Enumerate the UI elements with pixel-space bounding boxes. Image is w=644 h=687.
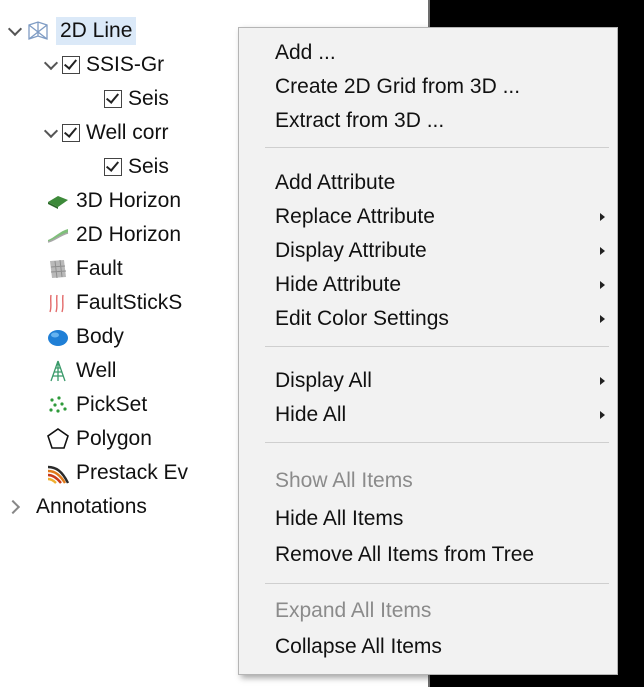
menu-item-label: Add ... [275, 41, 336, 64]
menu-item-show-all-items: Show All Items [239, 464, 617, 498]
tree-item-label: Fault [76, 257, 123, 280]
tree-item-label: FaultStickS [76, 291, 183, 314]
menu-item-label: Add Attribute [275, 171, 396, 194]
tree-item-label: Seis [128, 87, 169, 110]
menu-item-expand-all-items: Expand All Items [239, 594, 617, 628]
menu-item-edit-color-settings[interactable]: Edit Color Settings [239, 302, 617, 336]
submenu-arrow-icon [600, 247, 605, 255]
menu-item-create-2d-grid-from-3d[interactable]: Create 2D Grid from 3D ... [239, 70, 617, 104]
menu-separator [265, 147, 609, 148]
tree-item-fault[interactable]: Fault [46, 252, 123, 286]
menu-item-label: Collapse All Items [275, 635, 442, 658]
tree-item-label: Prestack Ev [76, 461, 189, 484]
menu-separator [265, 442, 609, 443]
menu-item-hide-all[interactable]: Hide All [239, 398, 617, 432]
menu-item-label: Replace Attribute [275, 205, 435, 228]
submenu-arrow-icon [600, 281, 605, 289]
menu-item-label: Hide All [275, 403, 347, 426]
tree-item-2d-line[interactable]: 2D Line [6, 14, 137, 48]
context-menu: Add ... Create 2D Grid from 3D ... Extra… [238, 27, 618, 675]
menu-item-hide-all-items[interactable]: Hide All Items [239, 502, 617, 536]
tree-item-3d-horizon[interactable]: 3D Horizon [46, 184, 181, 218]
tree-item-label: Well [76, 359, 117, 382]
tree-item-label: PickSet [76, 393, 148, 416]
tree-item-ssis-grid[interactable]: SSIS-Gr [42, 48, 164, 82]
submenu-arrow-icon [600, 411, 605, 419]
menu-item-hide-attribute[interactable]: Hide Attribute [239, 268, 617, 302]
submenu-arrow-icon [600, 377, 605, 385]
tree-item-fault-stick-set[interactable]: FaultStickS [46, 286, 182, 320]
menu-item-label: Hide All Items [275, 507, 404, 530]
menu-item-label: Edit Color Settings [275, 307, 449, 330]
menu-item-display-attribute[interactable]: Display Attribute [239, 234, 617, 268]
2d-line-icon [26, 19, 50, 43]
fault-icon [46, 257, 70, 281]
tree-item-prestack-events[interactable]: Prestack Ev [46, 456, 188, 490]
menu-item-label: Display Attribute [275, 239, 427, 262]
submenu-arrow-icon [600, 315, 605, 323]
menu-item-add-attribute[interactable]: Add Attribute [239, 166, 617, 200]
tree-item-label: Well corr [86, 121, 169, 144]
checkbox-icon[interactable] [62, 124, 80, 142]
menu-item-remove-all-items-from-tree[interactable]: Remove All Items from Tree [239, 538, 617, 572]
menu-item-replace-attribute[interactable]: Replace Attribute [239, 200, 617, 234]
tree-item-label: Annotations [36, 495, 147, 518]
tree-item-pickset[interactable]: PickSet [46, 388, 147, 422]
menu-item-label: Extract from 3D ... [275, 109, 445, 132]
menu-item-label: Display All [275, 369, 372, 392]
menu-separator [265, 583, 609, 584]
chevron-down-icon[interactable] [6, 21, 26, 41]
chevron-down-icon[interactable] [42, 55, 62, 75]
chevron-right-icon[interactable] [6, 497, 26, 517]
tree-item-well-corr[interactable]: Well corr [42, 116, 168, 150]
2d-horizon-icon [46, 223, 70, 247]
tree-item-seis[interactable]: Seis [104, 82, 169, 116]
chevron-down-icon[interactable] [42, 123, 62, 143]
tree-item-label: 2D Horizon [76, 223, 182, 246]
tree-item-2d-horizon[interactable]: 2D Horizon [46, 218, 181, 252]
menu-item-label: Show All Items [275, 469, 413, 492]
3d-horizon-icon [46, 189, 70, 213]
pickset-icon [46, 393, 70, 417]
tree-item-label: Body [76, 325, 124, 348]
tree-item-polygon[interactable]: Polygon [46, 422, 152, 456]
tree-item-body[interactable]: Body [46, 320, 124, 354]
tree-item-label: 2D Line [56, 17, 137, 45]
menu-separator [265, 346, 609, 347]
body-icon [46, 325, 70, 349]
menu-item-display-all[interactable]: Display All [239, 364, 617, 398]
menu-item-label: Remove All Items from Tree [275, 543, 535, 566]
tree-item-well[interactable]: Well [46, 354, 116, 388]
menu-item-collapse-all-items[interactable]: Collapse All Items [239, 630, 617, 664]
menu-item-add[interactable]: Add ... [239, 36, 617, 70]
tree-item-seis[interactable]: Seis [104, 150, 169, 184]
checkbox-icon[interactable] [104, 90, 122, 108]
menu-item-extract-from-3d[interactable]: Extract from 3D ... [239, 104, 617, 138]
polygon-icon [46, 427, 70, 451]
tree-item-label: 3D Horizon [76, 189, 182, 212]
checkbox-icon[interactable] [62, 56, 80, 74]
tree-item-label: Seis [128, 155, 169, 178]
tree-item-label: SSIS-Gr [86, 53, 165, 76]
menu-item-label: Hide Attribute [275, 273, 402, 296]
tree-item-label: Polygon [76, 427, 152, 450]
submenu-arrow-icon [600, 213, 605, 221]
fault-stick-set-icon [46, 291, 70, 315]
menu-item-label: Expand All Items [275, 599, 432, 622]
checkbox-icon[interactable] [104, 158, 122, 176]
menu-item-label: Create 2D Grid from 3D ... [275, 75, 521, 98]
tree-item-annotations[interactable]: Annotations [6, 490, 147, 524]
well-icon [46, 359, 70, 383]
prestack-events-icon [46, 461, 70, 485]
